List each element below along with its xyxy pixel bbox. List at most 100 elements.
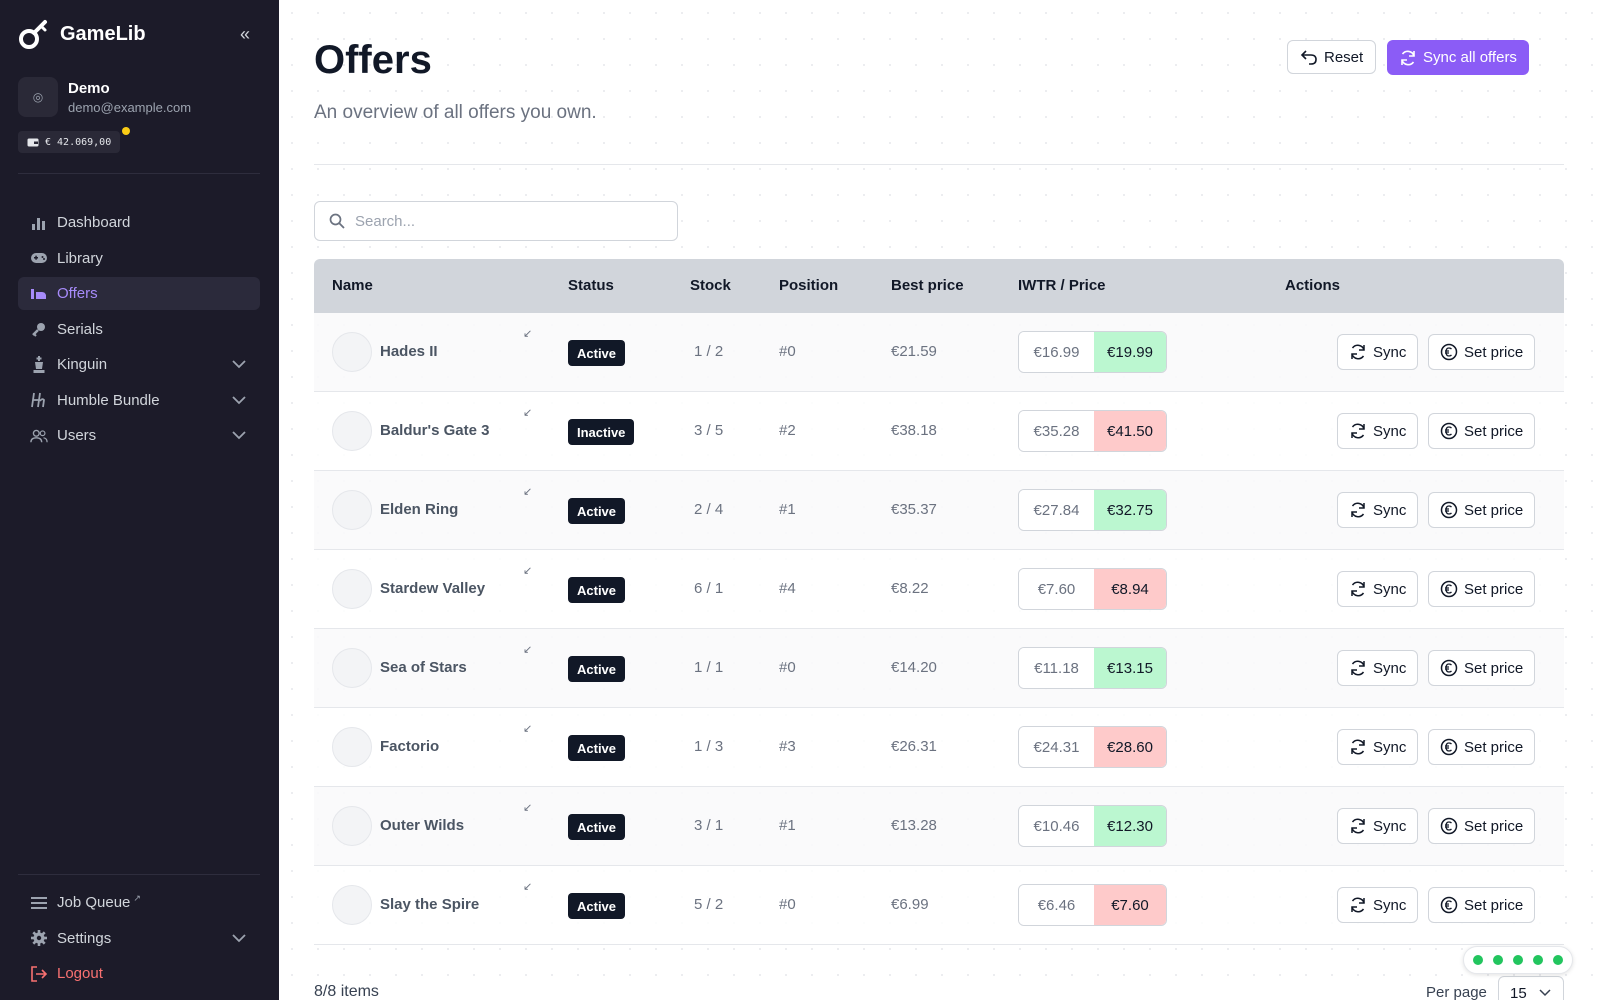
bottom-nav: Job Queue ↗ Settings Logout <box>18 886 260 993</box>
euro-icon <box>1440 896 1458 914</box>
nav-item-logout[interactable]: Logout <box>18 957 260 990</box>
sync-button[interactable]: Sync <box>1337 808 1419 844</box>
nav-item-offers[interactable]: Offers <box>18 277 260 310</box>
table-row: Elden Ring ↙ Active 2 / 4 #1 €35.37 €27.84 €32.… <box>314 471 1564 550</box>
column-header-position[interactable]: Position <box>779 277 838 294</box>
divider <box>18 874 260 875</box>
column-header-status[interactable]: Status <box>568 277 614 294</box>
key-logo-icon <box>19 20 47 49</box>
nav-item-library[interactable]: Library <box>18 242 260 275</box>
position-value: #4 <box>779 580 796 597</box>
sync-all-offers-button[interactable]: Sync all offers <box>1387 40 1529 75</box>
nav-item-serials[interactable]: Serials <box>18 313 260 346</box>
search-box[interactable] <box>314 201 678 241</box>
game-thumbnail <box>332 332 372 372</box>
sync-button[interactable]: Sync <box>1337 413 1419 449</box>
external-link-icon[interactable]: ↙ <box>523 880 532 893</box>
wallet-icon <box>27 138 39 147</box>
column-header-iwtr-price[interactable]: IWTR / Price <box>1018 277 1106 294</box>
page-subtitle: An overview of all offers you own. <box>314 102 597 123</box>
iwtr-price-pair: €16.99 €19.99 <box>1018 331 1167 373</box>
price-value: €13.15 <box>1093 648 1166 688</box>
iwtr-value: €10.46 <box>1019 806 1094 846</box>
external-link-icon[interactable]: ↙ <box>523 485 532 498</box>
sync-button[interactable]: Sync <box>1337 334 1419 370</box>
external-link-icon[interactable]: ↙ <box>523 722 532 735</box>
iwtr-value: €6.46 <box>1019 885 1094 925</box>
stock-value: 1 / 3 <box>694 738 724 755</box>
user-profile[interactable]: ◎ Demo demo@example.com <box>18 77 191 117</box>
reset-button[interactable]: Reset <box>1287 40 1377 74</box>
game-thumbnail <box>332 727 372 767</box>
iwtr-price-pair: €7.60 €8.94 <box>1018 568 1167 610</box>
external-link-icon[interactable]: ↙ <box>523 643 532 656</box>
nav-item-settings[interactable]: Settings <box>18 922 260 955</box>
external-link-icon[interactable]: ↙ <box>523 801 532 814</box>
status-badge: Active <box>568 735 626 761</box>
collapse-sidebar-icon[interactable]: « <box>240 24 250 45</box>
iwtr-price-pair: €35.28 €41.50 <box>1018 410 1167 452</box>
chess-king-icon <box>30 355 48 374</box>
game-thumbnail <box>332 648 372 688</box>
nav-label: Dashboard <box>57 214 131 231</box>
column-header-actions: Actions <box>1285 277 1341 294</box>
external-link-icon[interactable]: ↙ <box>523 327 532 340</box>
set-price-button[interactable]: Set price <box>1428 887 1536 923</box>
set-price-button[interactable]: Set price <box>1428 571 1536 607</box>
sync-all-label: Sync all offers <box>1423 49 1517 66</box>
stock-value: 1 / 1 <box>694 659 724 676</box>
iwtr-value: €7.60 <box>1019 569 1094 609</box>
nav-label: Serials <box>57 320 103 338</box>
column-header-stock[interactable]: Stock <box>690 277 731 294</box>
set-price-label: Set price <box>1464 343 1524 361</box>
nav-item-job-queue[interactable]: Job Queue ↗ <box>18 886 260 919</box>
iwtr-price-pair: €11.18 €13.15 <box>1018 647 1167 689</box>
sync-button[interactable]: Sync <box>1337 492 1419 528</box>
game-thumbnail <box>332 806 372 846</box>
set-price-button[interactable]: Set price <box>1428 808 1536 844</box>
refresh-icon <box>1351 581 1365 597</box>
table-row: Factorio ↙ Active 1 / 3 #3 €26.31 €24.31 €28.60… <box>314 708 1564 787</box>
set-price-button[interactable]: Set price <box>1428 492 1536 528</box>
refresh-icon <box>1351 502 1365 518</box>
chevron-down-icon <box>232 356 246 373</box>
reset-label: Reset <box>1324 48 1364 66</box>
key-icon <box>30 320 48 338</box>
sync-button[interactable]: Sync <box>1337 887 1419 923</box>
game-name: Baldur's Gate 3 <box>380 422 490 439</box>
nav-label: Offers <box>57 285 98 302</box>
nav-item-humble-bundle[interactable]: Humble Bundle <box>18 384 260 417</box>
game-name: Slay the Spire <box>380 896 480 913</box>
set-price-button[interactable]: Set price <box>1428 334 1536 370</box>
game-thumbnail <box>332 885 372 925</box>
status-indicator[interactable] <box>1463 946 1573 974</box>
set-price-button[interactable]: Set price <box>1428 650 1536 686</box>
status-badge: Active <box>568 656 626 682</box>
external-link-icon[interactable]: ↙ <box>523 406 532 419</box>
stock-value: 3 / 5 <box>694 422 724 439</box>
list-icon <box>30 894 48 912</box>
nav-item-users[interactable]: Users <box>18 419 260 452</box>
nav-item-dashboard[interactable]: Dashboard <box>18 206 260 239</box>
sync-label: Sync <box>1373 580 1407 598</box>
sync-button[interactable]: Sync <box>1337 729 1419 765</box>
table-row: Outer Wilds ↙ Active 3 / 1 #1 €13.28 €10.46 €12… <box>314 787 1564 866</box>
search-input[interactable] <box>355 212 655 230</box>
logout-icon <box>30 965 48 983</box>
sync-button[interactable]: Sync <box>1337 571 1419 607</box>
column-header-best-price[interactable]: Best price <box>891 277 964 294</box>
position-value: #1 <box>779 817 796 834</box>
euro-icon <box>1440 501 1458 519</box>
set-price-button[interactable]: Set price <box>1428 413 1536 449</box>
per-page-select[interactable]: 15 <box>1498 976 1564 1000</box>
set-price-button[interactable]: Set price <box>1428 729 1536 765</box>
column-header-name[interactable]: Name <box>332 277 373 294</box>
nav-item-kinguin[interactable]: Kinguin <box>18 348 260 381</box>
euro-icon <box>1440 817 1458 835</box>
sync-label: Sync <box>1373 343 1407 361</box>
set-price-label: Set price <box>1464 659 1524 677</box>
external-link-icon[interactable]: ↙ <box>523 564 532 577</box>
sync-button[interactable]: Sync <box>1337 650 1419 686</box>
brand[interactable]: GameLib <box>18 18 146 50</box>
set-price-label: Set price <box>1464 580 1524 598</box>
